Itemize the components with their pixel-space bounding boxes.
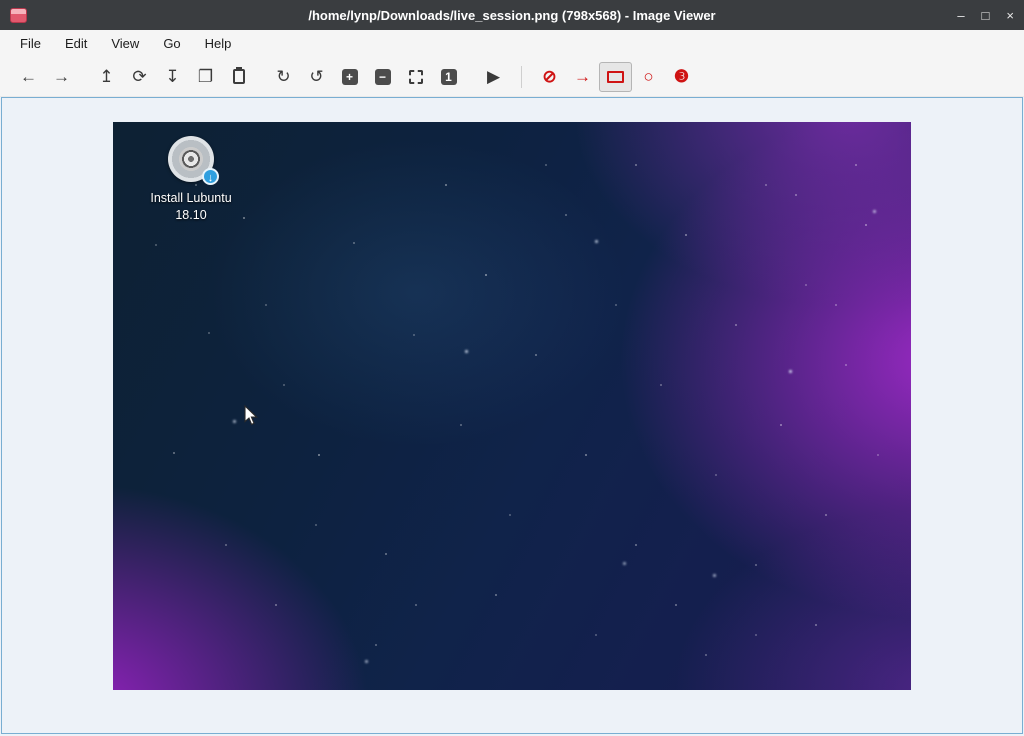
rotate-counterclockwise-icon: ↺ [309, 68, 323, 85]
save-file-button[interactable]: ↧ [156, 62, 189, 92]
play-icon: ▶ [487, 68, 500, 85]
download-arrow-icon: ↓ [202, 168, 219, 185]
app-icon [10, 8, 27, 23]
zoom-original-icon: 1 [441, 69, 457, 85]
menu-view[interactable]: View [99, 31, 151, 56]
forward-arrow-icon: → [53, 68, 70, 85]
annotation-none-button[interactable]: ⊘ [533, 62, 566, 92]
menubar: File Edit View Go Help [0, 30, 1024, 57]
zoom-original-button[interactable]: 1 [432, 62, 465, 92]
arrow-annotation-icon: → [574, 68, 591, 85]
zoom-in-button[interactable]: + [333, 62, 366, 92]
wallpaper-bright-stars [113, 122, 116, 125]
rotate-counterclockwise-button[interactable]: ↺ [300, 62, 333, 92]
menu-edit[interactable]: Edit [53, 31, 99, 56]
maximize-button[interactable]: □ [982, 9, 990, 22]
rotate-clockwise-button[interactable]: ↻ [267, 62, 300, 92]
image-viewport[interactable]: ↓ Install Lubuntu 18.10 [1, 97, 1023, 734]
back-arrow-icon: ← [20, 68, 37, 85]
zoom-in-icon: + [342, 69, 358, 85]
zoom-fit-button[interactable] [399, 62, 432, 92]
desktop-icon-label: Install Lubuntu 18.10 [139, 190, 243, 224]
slideshow-play-button[interactable]: ▶ [477, 62, 510, 92]
copy-icon: ❐ [198, 68, 213, 85]
close-button[interactable]: × [1006, 9, 1014, 22]
zoom-out-button[interactable]: − [366, 62, 399, 92]
copy-button[interactable]: ❐ [189, 62, 222, 92]
paste-button[interactable] [222, 62, 255, 92]
menu-go[interactable]: Go [151, 31, 192, 56]
install-lubuntu-desktop-icon: ↓ Install Lubuntu 18.10 [139, 136, 243, 224]
reload-button[interactable]: ⟳ [123, 62, 156, 92]
circle-annotation-icon: ○ [643, 68, 653, 85]
displayed-image: ↓ Install Lubuntu 18.10 [113, 122, 911, 690]
go-forward-button[interactable]: → [45, 62, 78, 92]
minimize-button[interactable]: – [957, 9, 964, 22]
window-title: /home/lynp/Downloads/live_session.png (7… [0, 8, 1024, 23]
no-annotation-icon: ⊘ [542, 68, 556, 85]
rectangle-annotation-icon [607, 71, 624, 83]
reload-icon: ⟳ [132, 68, 146, 85]
menu-file[interactable]: File [8, 31, 53, 56]
menu-help[interactable]: Help [193, 31, 244, 56]
go-back-button[interactable]: ← [12, 62, 45, 92]
desktop-icon-label-line2: 18.10 [139, 207, 243, 224]
cd-disc-icon: ↓ [168, 136, 214, 182]
annotation-circle-button[interactable]: ○ [632, 62, 665, 92]
save-icon: ↧ [165, 68, 179, 85]
zoom-fit-icon [409, 70, 423, 84]
annotation-rectangle-button[interactable] [599, 62, 632, 92]
desktop-icon-label-line1: Install Lubuntu [139, 190, 243, 207]
rotate-clockwise-icon: ↻ [276, 68, 290, 85]
paste-icon [233, 69, 245, 84]
annotation-number-button[interactable]: ❸ [665, 62, 698, 92]
toolbar: ← → ↥ ⟳ ↧ ❐ ↻ ↺ + − [0, 57, 1024, 97]
annotation-arrow-button[interactable]: → [566, 62, 599, 92]
open-file-button[interactable]: ↥ [90, 62, 123, 92]
number-annotation-icon: ❸ [674, 68, 689, 85]
toolbar-separator [521, 66, 522, 88]
mouse-cursor-icon [244, 405, 259, 427]
open-file-icon: ↥ [99, 68, 113, 85]
zoom-out-icon: − [375, 69, 391, 85]
titlebar[interactable]: /home/lynp/Downloads/live_session.png (7… [0, 0, 1024, 30]
window-controls: – □ × [957, 9, 1014, 22]
